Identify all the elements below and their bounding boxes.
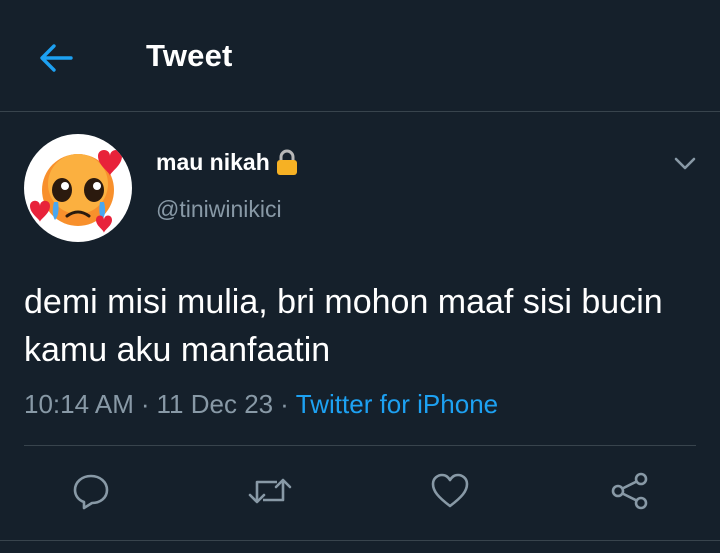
display-name[interactable]: mau nikah <box>156 148 300 176</box>
share-icon <box>611 472 648 510</box>
tweet-actions <box>0 466 720 516</box>
tweet-text: demi misi mulia, bri mohon maaf sisi buc… <box>24 283 663 369</box>
pleading-face-with-hearts-emoji <box>30 150 122 233</box>
retweet-icon <box>248 478 292 504</box>
tweet-date: 11 Dec 23 <box>156 389 274 419</box>
meta-separator: · <box>280 389 289 419</box>
like-button[interactable] <box>425 466 475 516</box>
chevron-down-icon <box>674 157 696 170</box>
meta-separator: · <box>140 389 150 419</box>
more-options-button[interactable] <box>668 150 702 178</box>
top-bar: Tweet <box>0 0 720 112</box>
share-button[interactable] <box>605 466 655 516</box>
arrow-left-icon <box>40 44 73 72</box>
reply-button[interactable] <box>66 466 116 516</box>
display-name-text: mau nikah <box>156 148 270 175</box>
divider <box>0 540 720 541</box>
lock-icon <box>274 148 300 176</box>
retweet-button[interactable] <box>245 466 295 516</box>
tweet-time: 10:14 AM <box>24 389 134 419</box>
tweet-source-link[interactable]: Twitter for iPhone <box>296 389 498 419</box>
tweet-meta: 10:14 AM · 11 Dec 23 · Twitter for iPhone <box>24 389 498 420</box>
divider <box>24 445 696 446</box>
back-button[interactable] <box>34 36 78 80</box>
reply-icon <box>73 474 109 510</box>
heart-icon <box>431 473 469 508</box>
user-handle[interactable]: @tiniwinikici <box>156 196 282 223</box>
avatar[interactable] <box>24 134 132 242</box>
page-title: Tweet <box>146 38 233 73</box>
